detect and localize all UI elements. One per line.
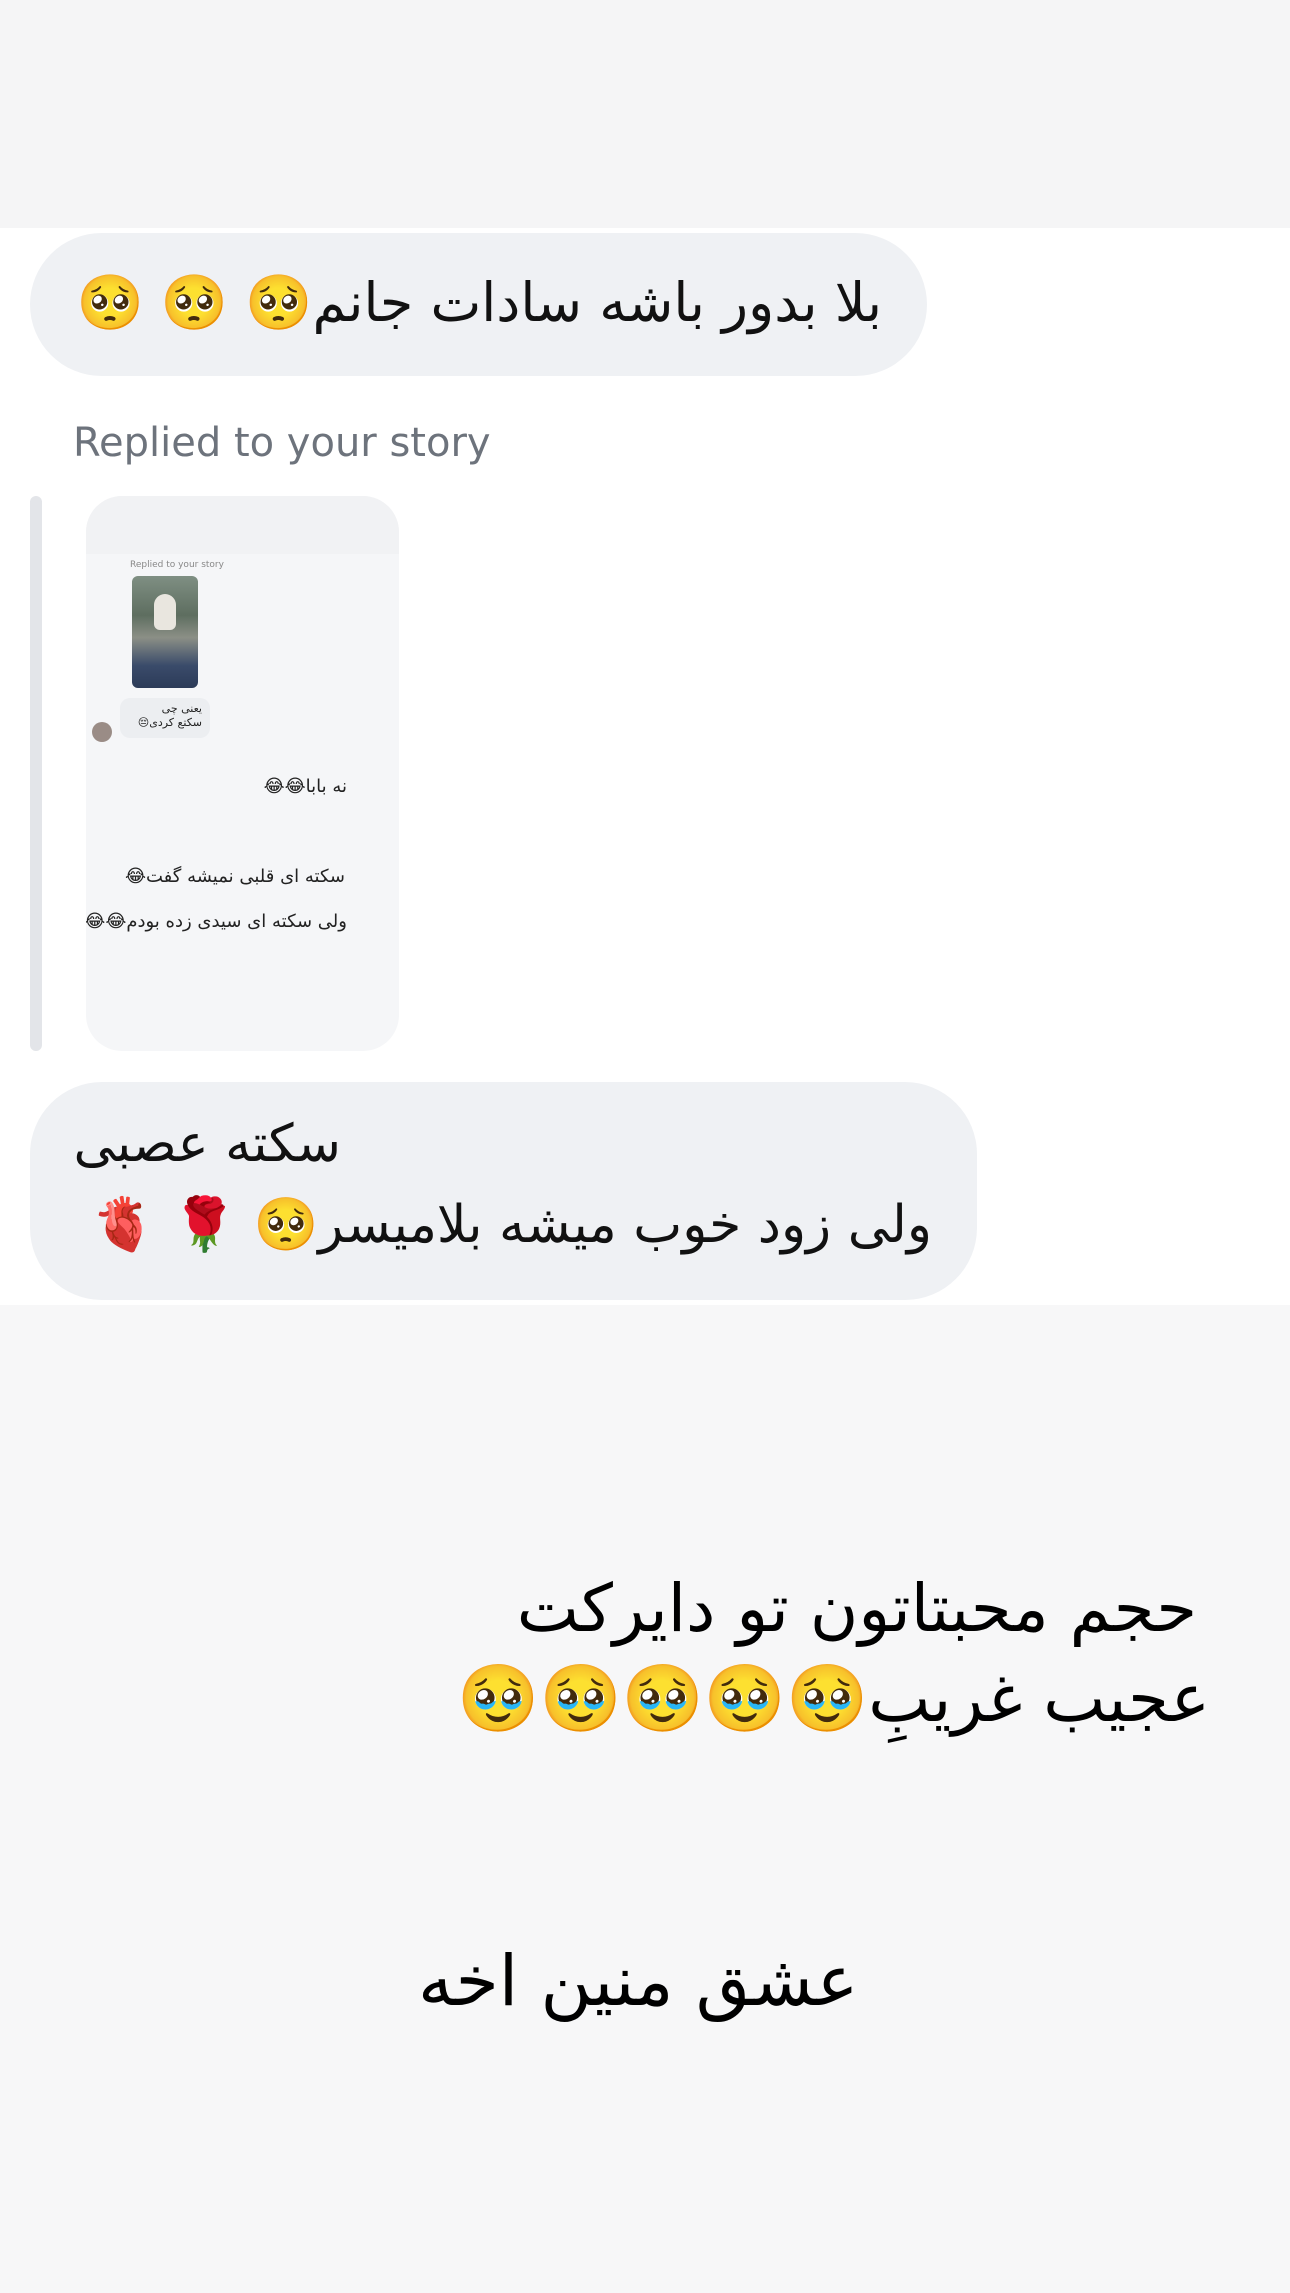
story-preview-header — [86, 496, 399, 554]
replied-to-story-label: Replied to your story — [73, 420, 491, 466]
story-preview-figure — [154, 594, 176, 630]
story-preview-replied-label: Replied to your story — [130, 560, 224, 570]
reply-indicator-bar — [30, 496, 42, 1051]
story-preview-bubble-line: سکتع کردی😔 — [137, 716, 202, 730]
story-preview-photo — [132, 576, 198, 688]
avatar — [92, 722, 112, 742]
top-band — [0, 0, 1290, 228]
message-bubble[interactable]: بلا بدور باشه سادات جانم🥺 🥺 🥺 — [30, 233, 927, 376]
story-preview-bubble-line: یعنی چی — [161, 702, 202, 715]
caption-line: حجم محبتاتون تو دایرکت — [516, 1570, 1197, 1647]
message-text-line: ولی زود خوب میشه بلامیسر🥺 🌹 🫀 — [91, 1195, 932, 1255]
story-preview-text: سکته ای قلبی نمیشه گفت😂 — [124, 866, 345, 887]
message-text-line: سکته عصبی — [73, 1114, 341, 1174]
caption-line: عشق منین اخه — [418, 1940, 859, 2022]
story-preview-card[interactable]: Replied to your story یعنی چی سکتع کردی😔… — [86, 496, 399, 1051]
story-preview-text: نه بابا😂😂 — [263, 776, 347, 797]
message-text: بلا بدور باشه سادات جانم🥺 🥺 🥺 — [76, 271, 882, 334]
message-bubble[interactable]: سکته عصبی ولی زود خوب میشه بلامیسر🥺 🌹 🫀 — [30, 1082, 977, 1300]
caption-line: عجیب غریبِ🥹🥹🥹🥹🥹 — [457, 1660, 1210, 1737]
story-preview-bubble: یعنی چی سکتع کردی😔 — [120, 698, 210, 738]
story-preview-text: ولی سکته ای سیدی زده بودم😂😂 — [86, 911, 347, 932]
